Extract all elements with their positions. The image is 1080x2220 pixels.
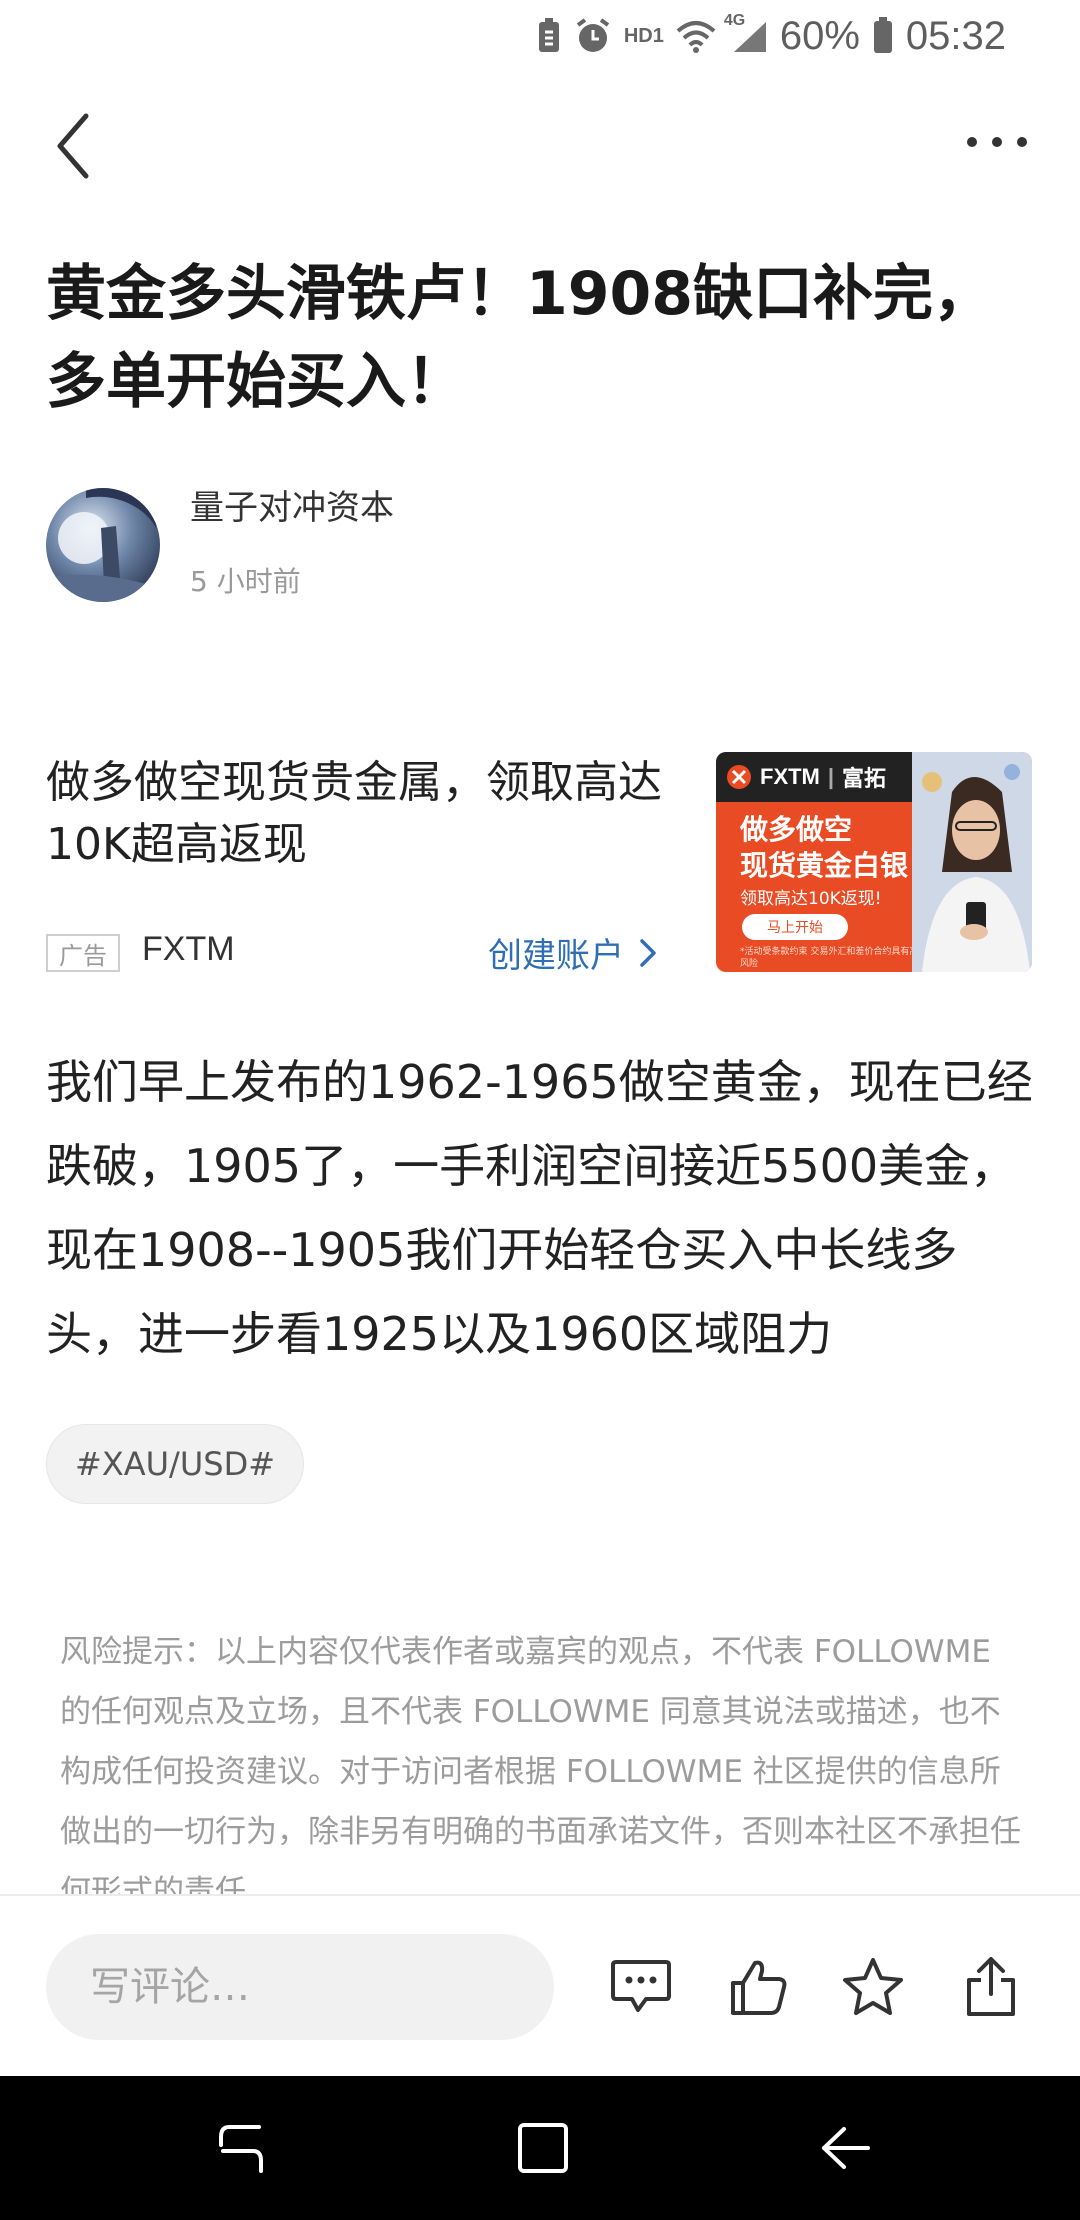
post-time: 5 小时前 xyxy=(190,565,301,598)
status-icons: HD1 4G 60% 05:32 xyxy=(536,8,1006,64)
recent-apps-icon xyxy=(219,2125,263,2173)
system-navigation-bar xyxy=(0,2076,1080,2220)
create-account-label: 创建账户 xyxy=(488,936,624,976)
ad-badge: 广告 xyxy=(46,934,120,972)
article-body: 我们早上发布的1962-1965做空黄金，现在已经跌破，1905了，一手利润空间… xyxy=(46,1055,1033,1361)
comment-input[interactable] xyxy=(46,1934,554,2040)
favorite-button[interactable] xyxy=(838,1952,908,2022)
ad-image-subline: 领取高达10K返现! xyxy=(740,889,882,909)
fxtm-logo: FXTM | 富拓 xyxy=(716,752,916,802)
comment-button[interactable] xyxy=(606,1952,676,2022)
chevron-left-icon xyxy=(57,113,89,179)
back-icon xyxy=(822,2127,870,2169)
ad-image-fine-print: *活动受条款约束 交易外汇和差价合约具有高风险 xyxy=(740,947,919,969)
ad-image-headline-1: 做多做空 xyxy=(740,813,853,846)
battery-percent: 60% xyxy=(779,13,860,58)
chevron-right-icon xyxy=(640,938,656,967)
wifi-icon xyxy=(676,19,716,53)
comment-icon xyxy=(611,1960,671,2012)
fxtm-logo-cn: 富拓 xyxy=(842,766,887,791)
share-button[interactable] xyxy=(956,1952,1026,2022)
ad-image-headline: 做多做空 现货黄金白银 xyxy=(740,812,908,884)
system-back-button[interactable] xyxy=(810,2118,880,2178)
ad-title[interactable]: 做多做空现货贵金属，领取高达10K超高返现 xyxy=(46,752,706,876)
ad-person-photo xyxy=(912,752,1032,972)
clock: 05:32 xyxy=(905,13,1006,58)
ad-image-headline-2: 现货黄金白银 xyxy=(740,849,909,882)
fxtm-logo-icon xyxy=(727,765,751,789)
alarm-icon xyxy=(574,17,612,55)
signal-icon: 4G xyxy=(724,12,768,54)
more-horizontal-icon xyxy=(967,137,1027,147)
hd-voice-label: HD1 xyxy=(623,24,664,47)
share-icon xyxy=(967,1957,1015,2016)
article-title: 黄金多头滑铁卢！1908缺口补完，多单开始买入！ xyxy=(46,259,993,417)
battery-icon xyxy=(872,17,894,55)
favorite-star-icon xyxy=(843,1958,903,2015)
more-options-button[interactable] xyxy=(962,122,1032,162)
topic-tag[interactable]: #XAU/USD# xyxy=(46,1424,305,1504)
back-button[interactable] xyxy=(50,108,100,184)
create-account-link[interactable]: 创建账户 xyxy=(488,928,658,977)
like-button[interactable] xyxy=(724,1952,794,2022)
home-button[interactable] xyxy=(508,2118,578,2178)
ad-brand: FXTM xyxy=(142,930,235,968)
risk-disclaimer: 风险提示：以上内容仅代表作者或嘉宾的观点，不代表 FOLLOWME 的任何观点及… xyxy=(60,1634,1021,1896)
author-name[interactable]: 量子对冲资本 xyxy=(190,480,394,529)
like-icon xyxy=(731,1960,787,2015)
battery-saver-icon xyxy=(536,18,562,54)
author-avatar[interactable] xyxy=(46,488,160,602)
recent-apps-button[interactable] xyxy=(206,2118,276,2178)
bottom-action-bar xyxy=(0,1894,1080,2076)
fxtm-logo-text: FXTM xyxy=(760,764,820,789)
network-type-label: 4G xyxy=(723,12,746,29)
ad-image[interactable]: FXTM | 富拓 做多做空 现货黄金白银 领取高达10K返现! 马上开始 *活… xyxy=(716,752,1032,972)
ad-image-start-button: 马上开始 xyxy=(742,914,848,940)
status-bar: HD1 4G 60% 05:32 xyxy=(0,0,1080,70)
home-icon xyxy=(518,2123,568,2173)
